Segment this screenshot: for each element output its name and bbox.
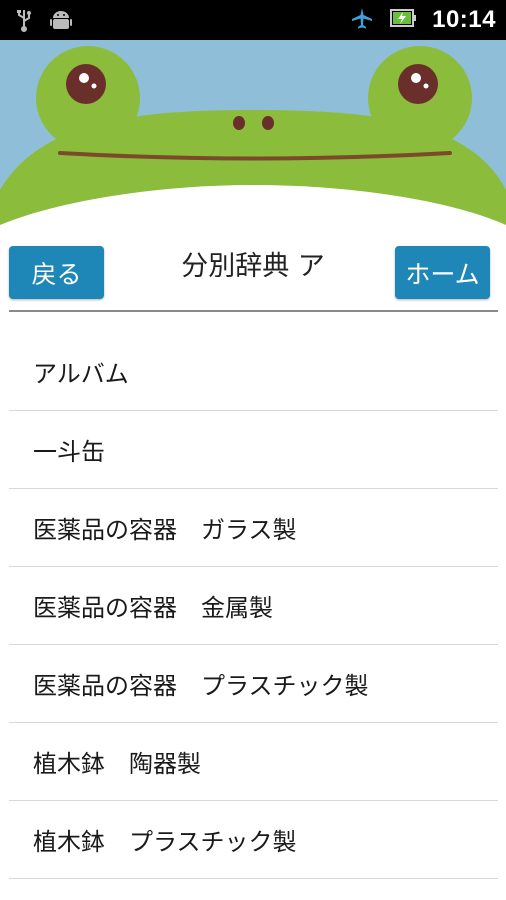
list-item[interactable]: 医薬品の容器 金属製: [9, 567, 498, 645]
page-title: 分別辞典 ア: [181, 251, 325, 282]
usb-icon: [16, 8, 32, 36]
list-item[interactable]: アルバム: [9, 333, 498, 411]
list-item[interactable]: 一斗缶: [9, 411, 498, 489]
dictionary-list: アルバム 一斗缶 医薬品の容器 ガラス製 医薬品の容器 金属製 医薬品の容器 プ…: [9, 333, 498, 879]
status-bar: 10:14: [0, 0, 506, 40]
battery-charging-icon: [390, 8, 417, 32]
list-item[interactable]: 医薬品の容器 ガラス製: [9, 489, 498, 567]
list-item[interactable]: 医薬品の容器 プラスチック製: [9, 645, 498, 723]
status-time: 10:14: [432, 6, 496, 33]
title-bar: 戻る 分別辞典 ア ホーム: [0, 240, 506, 310]
list-item[interactable]: 植木鉢 プラスチック製: [9, 801, 498, 879]
home-button[interactable]: ホーム: [395, 246, 490, 299]
back-button[interactable]: 戻る: [9, 246, 104, 299]
android-debug-icon: [50, 8, 72, 36]
list-item[interactable]: 植木鉢 陶器製: [9, 723, 498, 801]
header-divider: [9, 310, 498, 312]
airplane-mode-icon: [350, 6, 374, 34]
frog-header-image: [0, 40, 506, 240]
